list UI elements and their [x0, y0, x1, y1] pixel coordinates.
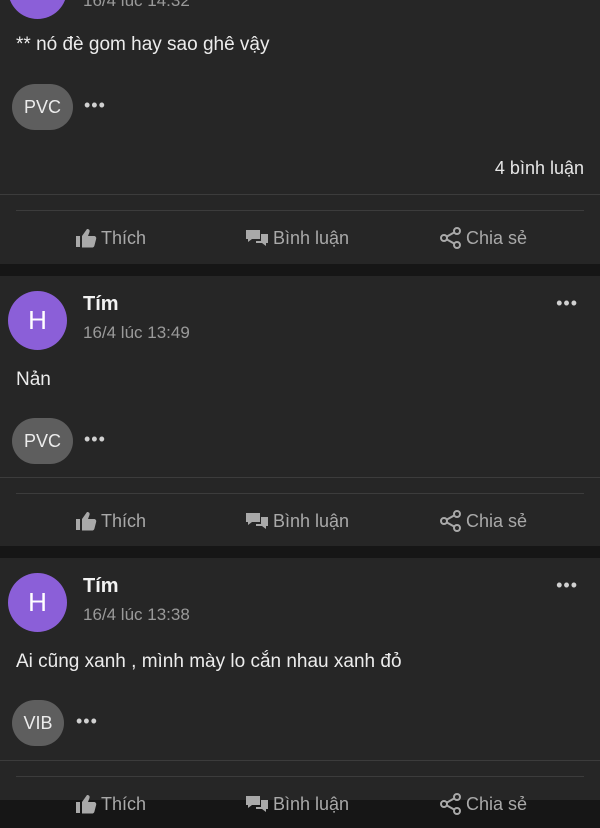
like-button[interactable]: Thích: [75, 780, 146, 828]
author-name[interactable]: Tím: [83, 293, 119, 316]
stock-badge[interactable]: PVC: [12, 418, 73, 464]
divider: [16, 493, 584, 494]
comment-label: Bình luận: [273, 793, 350, 814]
comment-button[interactable]: Bình luận: [245, 214, 349, 262]
comment-count[interactable]: 4 bình luận: [495, 158, 584, 179]
chat-bubble-icon: [246, 230, 268, 246]
divider: [16, 776, 584, 777]
more-dots-icon[interactable]: •••: [556, 294, 578, 312]
avatar[interactable]: H: [8, 291, 67, 350]
post-separator: [0, 264, 600, 276]
like-label: Thích: [101, 793, 147, 814]
avatar[interactable]: [8, 0, 67, 19]
share-button[interactable]: Chia sẻ: [440, 214, 527, 262]
avatar[interactable]: H: [8, 573, 67, 632]
more-dots-icon[interactable]: •••: [556, 576, 578, 594]
share-label: Chia sẻ: [466, 227, 528, 248]
divider: [16, 210, 584, 211]
share-icon: [440, 227, 461, 249]
more-dots-icon[interactable]: •••: [84, 96, 106, 114]
thumbs-up-icon: [76, 512, 97, 531]
more-dots-icon[interactable]: •••: [84, 430, 106, 448]
post-content: Ai cũng xanh , mình mày lo cắn nhau xanh…: [16, 651, 402, 672]
like-button[interactable]: Thích: [75, 497, 146, 545]
comment-button[interactable]: Bình luận: [245, 780, 349, 828]
share-label: Chia sẻ: [466, 510, 528, 531]
author-name[interactable]: Tím: [83, 575, 119, 598]
post-time: 16/4 lúc 13:38: [83, 605, 190, 624]
stock-badge[interactable]: VIB: [12, 700, 64, 746]
like-button[interactable]: Thích: [75, 214, 146, 262]
post-card: H Tím 16/4 lúc 13:38 ••• Ai cũng xanh , …: [0, 558, 600, 815]
share-label: Chia sẻ: [466, 793, 528, 814]
comment-button[interactable]: Bình luận: [245, 497, 349, 545]
thumbs-up-icon: [76, 229, 97, 248]
chat-bubble-icon: [246, 796, 268, 812]
like-label: Thích: [101, 227, 147, 248]
divider: [0, 194, 600, 195]
like-label: Thích: [101, 510, 147, 531]
post-time: 16/4 lúc 14:32: [83, 0, 190, 10]
comment-label: Bình luận: [273, 227, 350, 248]
action-bar: Thích Bình luận Chia sẻ: [0, 780, 600, 828]
post-content: Nản: [16, 369, 51, 390]
chat-bubble-icon: [246, 513, 268, 529]
post-card: H Tím 16/4 lúc 13:49 ••• Nản PVC ••• Thí…: [0, 276, 600, 546]
share-icon: [440, 510, 461, 532]
action-bar: Thích Bình luận Chia sẻ: [0, 497, 600, 545]
share-button[interactable]: Chia sẻ: [440, 780, 527, 828]
post-card: 16/4 lúc 14:32 ** nó đè gom hay sao ghê …: [0, 0, 600, 264]
thumbs-up-icon: [76, 795, 97, 814]
post-time: 16/4 lúc 13:49: [83, 323, 190, 342]
post-content: ** nó đè gom hay sao ghê vậy: [16, 34, 270, 55]
action-bar: Thích Bình luận Chia sẻ: [0, 214, 600, 262]
divider: [0, 760, 600, 761]
stock-badge[interactable]: PVC: [12, 84, 73, 130]
share-button[interactable]: Chia sẻ: [440, 497, 527, 545]
share-icon: [440, 793, 461, 815]
comment-label: Bình luận: [273, 510, 350, 531]
divider: [0, 477, 600, 478]
post-separator: [0, 546, 600, 558]
more-dots-icon[interactable]: •••: [76, 712, 98, 730]
